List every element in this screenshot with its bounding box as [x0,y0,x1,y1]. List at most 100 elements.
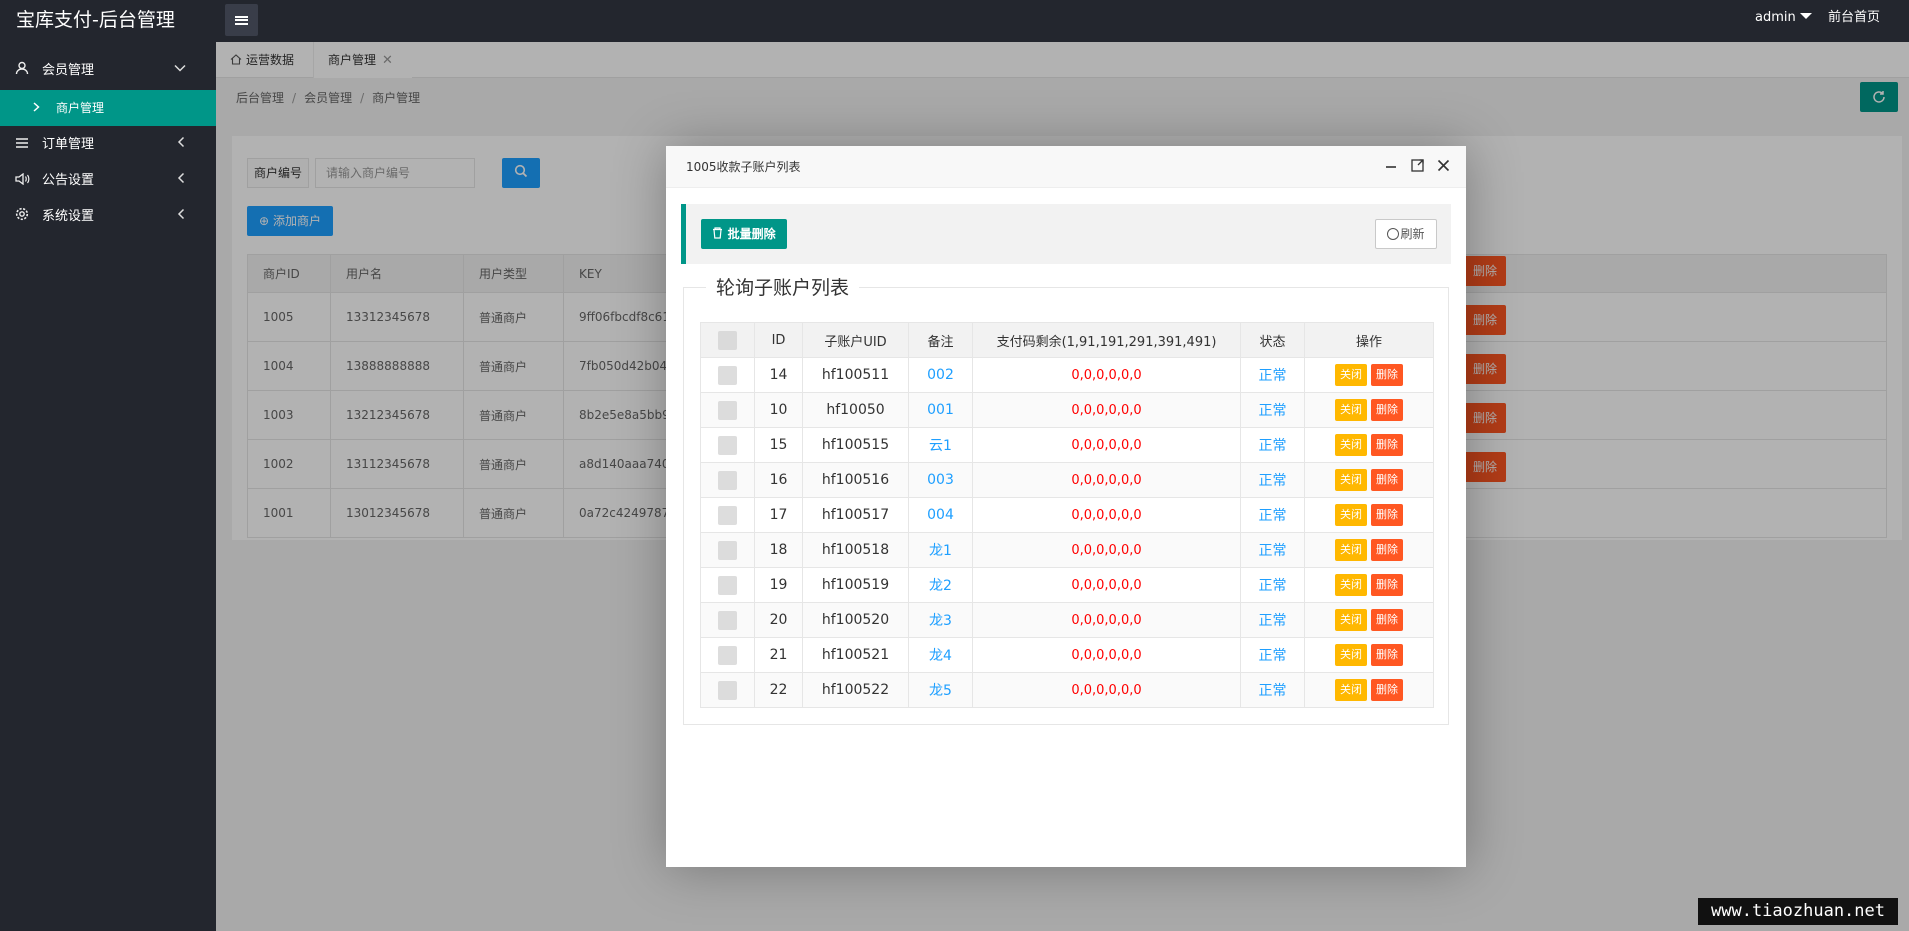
cell-uid: hf100515 [802,427,909,463]
row-checkbox[interactable] [718,365,737,385]
cell-status[interactable]: 正常 [1240,602,1305,638]
delete-account-button[interactable]: 删除 [1371,644,1403,666]
row-checkbox[interactable] [718,505,737,525]
table-row: 19 hf100519 龙2 0,0,0,0,0,0 正常 关闭 删除 [700,567,1434,603]
admin-menu[interactable]: admin [1755,0,1812,36]
cell-actions: 关闭 删除 [1304,462,1434,498]
cell-uid: hf100519 [802,567,909,603]
row-checkbox[interactable] [718,435,737,455]
row-checkbox[interactable] [718,680,737,700]
cell-remaining: 0,0,0,0,0,0 [972,637,1241,673]
cell-id: 10 [754,392,803,428]
row-select-cell [700,392,755,428]
cell-note[interactable]: 龙3 [908,602,973,638]
close-account-button[interactable]: 关闭 [1335,434,1367,456]
cell-note[interactable]: 004 [908,497,973,533]
delete-account-button[interactable]: 删除 [1371,539,1403,561]
cell-note[interactable]: 龙1 [908,532,973,568]
cell-status[interactable]: 正常 [1240,672,1305,708]
cell-remaining: 0,0,0,0,0,0 [972,392,1241,428]
cell-uid: hf100516 [802,462,909,498]
cell-note[interactable]: 云1 [908,427,973,463]
menu-toggle-button[interactable] [225,4,258,36]
cell-status[interactable]: 正常 [1240,567,1305,603]
row-checkbox[interactable] [718,540,737,560]
cell-uid: hf100520 [802,602,909,638]
cell-note[interactable]: 龙5 [908,672,973,708]
cell-actions: 关闭 删除 [1304,672,1434,708]
front-home-link[interactable]: 前台首页 [1828,0,1880,36]
trash-icon [713,227,723,239]
cell-status[interactable]: 正常 [1240,357,1305,393]
close-account-button[interactable]: 关闭 [1335,364,1367,386]
row-select-cell [700,672,755,708]
delete-account-button[interactable]: 删除 [1371,574,1403,596]
close-account-button[interactable]: 关闭 [1335,679,1367,701]
cell-id: 16 [754,462,803,498]
select-all-checkbox[interactable] [718,330,737,350]
maximize-icon[interactable] [1406,156,1428,178]
delete-account-button[interactable]: 删除 [1371,364,1403,386]
column-header: 备注 [908,322,973,358]
sidebar-item-merchants[interactable]: 商户管理 [0,90,216,126]
gear-icon [14,199,30,235]
close-icon[interactable] [1432,156,1454,178]
cell-remaining: 0,0,0,0,0,0 [972,672,1241,708]
cell-uid: hf100511 [802,357,909,393]
row-select-cell [700,462,755,498]
delete-account-button[interactable]: 删除 [1371,679,1403,701]
close-account-button[interactable]: 关闭 [1335,644,1367,666]
row-checkbox[interactable] [718,575,737,595]
table-row: 16 hf100516 003 0,0,0,0,0,0 正常 关闭 删除 [700,462,1434,498]
delete-account-button[interactable]: 删除 [1371,399,1403,421]
sidebar-item-settings[interactable]: 系统设置 [0,199,216,235]
cell-note[interactable]: 002 [908,357,973,393]
chevron-left-icon [176,199,186,235]
cell-id: 14 [754,357,803,393]
caret-down-icon [1799,13,1812,19]
chevron-down-icon [174,53,186,89]
close-account-button[interactable]: 关闭 [1335,609,1367,631]
cell-status[interactable]: 正常 [1240,462,1305,498]
sidebar-item-notices[interactable]: 公告设置 [0,163,216,199]
cell-uid: hf10050 [802,392,909,428]
delete-account-button[interactable]: 删除 [1371,504,1403,526]
cell-status[interactable]: 正常 [1240,497,1305,533]
table-row: 10 hf10050 001 0,0,0,0,0,0 正常 关闭 删除 [700,392,1434,428]
delete-account-button[interactable]: 删除 [1371,469,1403,491]
close-account-button[interactable]: 关闭 [1335,399,1367,421]
cell-note[interactable]: 龙2 [908,567,973,603]
cell-status[interactable]: 正常 [1240,427,1305,463]
row-checkbox[interactable] [718,470,737,490]
cell-status[interactable]: 正常 [1240,392,1305,428]
cell-note[interactable]: 003 [908,462,973,498]
cell-note[interactable]: 龙4 [908,637,973,673]
cell-note[interactable]: 001 [908,392,973,428]
delete-account-button[interactable]: 删除 [1371,434,1403,456]
cell-remaining: 0,0,0,0,0,0 [972,532,1241,568]
row-select-cell [700,602,755,638]
sub-account-fieldset: 轮询子账户列表 ID 子账户UID 备注 支付码剩余(1,91,191,291,… [683,275,1449,725]
chevron-left-icon [176,163,186,199]
cell-status[interactable]: 正常 [1240,532,1305,568]
delete-account-button[interactable]: 删除 [1371,609,1403,631]
minimize-icon[interactable] [1380,156,1402,178]
sidebar-item-orders[interactable]: 订单管理 [0,127,216,163]
table-row: 18 hf100518 龙1 0,0,0,0,0,0 正常 关闭 删除 [700,532,1434,568]
close-account-button[interactable]: 关闭 [1335,469,1367,491]
cell-id: 19 [754,567,803,603]
row-checkbox[interactable] [718,400,737,420]
batch-delete-button[interactable]: 批量删除 [701,219,787,249]
cell-status[interactable]: 正常 [1240,637,1305,673]
row-checkbox[interactable] [718,610,737,630]
row-checkbox[interactable] [718,645,737,665]
close-account-button[interactable]: 关闭 [1335,574,1367,596]
hamburger-icon [235,15,248,25]
sidebar-item-members[interactable]: 会员管理 [0,53,216,89]
cell-actions: 关闭 删除 [1304,532,1434,568]
close-account-button[interactable]: 关闭 [1335,504,1367,526]
row-select-cell [700,637,755,673]
close-account-button[interactable]: 关闭 [1335,539,1367,561]
speaker-icon [14,163,30,199]
refresh-button[interactable]: 刷新 [1375,219,1437,249]
